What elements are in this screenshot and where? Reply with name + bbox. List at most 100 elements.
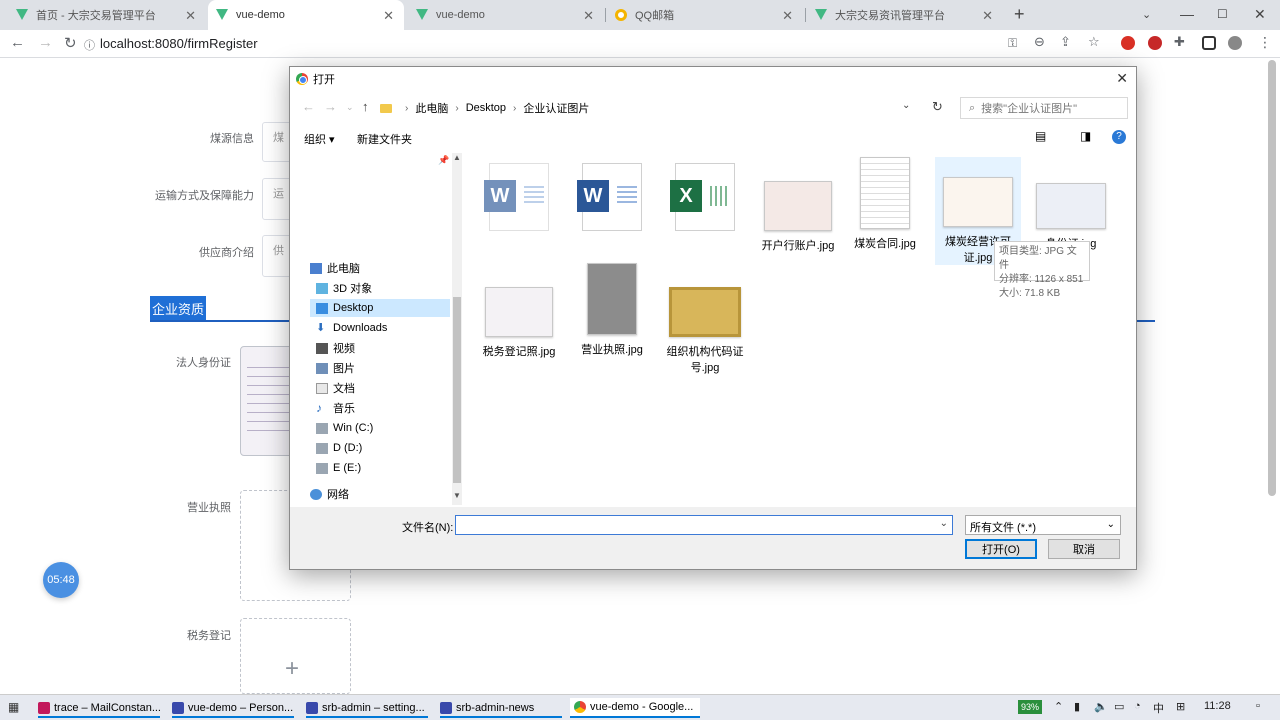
sidebar-item-3d-objects[interactable]: 3D 对象 — [316, 279, 372, 297]
browser-tab-4[interactable]: QQ邮箱 ✕ — [607, 0, 803, 30]
wifi-icon[interactable]: ◔ — [1134, 700, 1141, 712]
sidebar-item-drive-c[interactable]: Win (C:) — [316, 419, 373, 437]
tab-close-icon[interactable]: ✕ — [185, 8, 196, 24]
more-menu-icon[interactable]: ⋮ — [1258, 34, 1272, 51]
sidebar-item-drive-e[interactable]: E (E:) — [316, 459, 361, 477]
extension-shield-icon[interactable] — [1148, 36, 1162, 50]
cancel-button[interactable]: 取消 — [1048, 539, 1120, 559]
sidebar-item-pictures[interactable]: 图片 — [316, 359, 355, 377]
back-icon[interactable]: ← — [302, 99, 315, 114]
side-panel-icon[interactable] — [1202, 36, 1216, 50]
taskbar-grid-icon[interactable]: ▦ — [8, 700, 19, 714]
sidebar-item-network[interactable]: 网络 — [310, 485, 349, 503]
input-mode-icon[interactable]: ⊞ — [1176, 700, 1185, 713]
search-icon: ⌕ — [969, 101, 976, 114]
browser-tab-5[interactable]: 大宗交易资讯管理平台 ✕ — [807, 0, 1003, 30]
taskbar-item[interactable]: vue-demo - Google... — [570, 698, 700, 718]
file-item[interactable]: 煤炭合同.jpg — [842, 157, 928, 251]
file-item[interactable]: W — [476, 163, 562, 237]
file-item[interactable]: 营业执照.jpg — [569, 263, 655, 357]
scroll-down-icon[interactable]: ▼ — [453, 491, 461, 500]
sidebar-item-music[interactable]: ♪ 音乐 — [316, 399, 355, 417]
preview-pane-icon[interactable]: ◨ — [1080, 129, 1091, 143]
extensions-puzzle-icon[interactable]: ✚ — [1174, 34, 1185, 50]
organize-menu[interactable]: 组织 ▾ — [304, 131, 335, 147]
tax-registration-upload[interactable]: + — [240, 618, 351, 694]
bookmark-star-icon[interactable]: ☆ — [1088, 34, 1100, 50]
tab-close-icon[interactable]: ✕ — [982, 8, 993, 24]
dialog-close-icon[interactable]: ✕ — [1116, 70, 1128, 87]
open-button[interactable]: 打开(O) — [965, 539, 1037, 559]
new-tab-button[interactable]: + — [1014, 4, 1025, 25]
taskbar-item[interactable]: vue-demo – Person... — [168, 698, 298, 718]
page-scrollbar[interactable] — [1268, 60, 1276, 496]
share-icon[interactable]: ⇪ — [1060, 34, 1071, 50]
breadcrumb-item[interactable]: 企业认证图片 — [523, 100, 589, 116]
clock[interactable]: 11:28 — [1204, 700, 1231, 712]
url-field[interactable]: localhost:8080/firmRegister — [100, 36, 258, 51]
adblock-icon[interactable] — [1121, 36, 1135, 50]
file-item[interactable]: 开户行账户.jpg — [755, 181, 841, 253]
ime-indicator[interactable]: 中 — [1153, 700, 1164, 716]
maximize-icon[interactable]: ☐ — [1217, 7, 1228, 21]
pin-icon[interactable]: 📌 — [438, 155, 449, 166]
tab-close-icon[interactable]: ✕ — [583, 8, 594, 24]
browser-tab-1[interactable]: 首页 - 大宗交易管理平台 ✕ — [8, 0, 206, 30]
chevron-down-icon[interactable]: ⌄ — [940, 518, 948, 529]
recent-dropdown-icon[interactable]: ⌄ — [346, 102, 354, 113]
forward-icon[interactable]: → — [38, 34, 53, 51]
refresh-icon[interactable]: ↻ — [932, 99, 943, 115]
battery-indicator[interactable]: 93% — [1018, 700, 1042, 714]
pictures-icon — [316, 362, 328, 374]
site-info-icon[interactable]: ⓘ — [84, 37, 95, 53]
tab-close-icon[interactable]: ✕ — [383, 8, 394, 24]
sidebar-item-this-pc[interactable]: 此电脑 — [310, 259, 360, 277]
file-item[interactable]: X — [662, 163, 748, 237]
browser-tab-2[interactable]: vue-demo ✕ — [208, 0, 404, 30]
sidebar-item-desktop[interactable]: Desktop — [310, 299, 450, 317]
breadcrumb-item[interactable]: 此电脑 — [415, 100, 448, 116]
tab-title: 大宗交易资讯管理平台 — [835, 10, 945, 22]
sidebar-item-downloads[interactable]: ⬇ Downloads — [316, 319, 387, 337]
file-item[interactable]: 税务登记照.jpg — [476, 287, 562, 359]
sidebar-scroll-thumb[interactable] — [453, 297, 461, 483]
search-input[interactable]: ⌕ 搜索"企业认证图片" — [960, 97, 1128, 119]
sidebar-item-drive-d[interactable]: D (D:) — [316, 439, 362, 457]
filename-input[interactable]: ⌄ — [455, 515, 953, 535]
taskbar-item[interactable]: srb-admin – setting... — [302, 698, 432, 718]
back-icon[interactable]: ← — [10, 34, 25, 51]
tab-close-icon[interactable]: ✕ — [782, 8, 793, 24]
zoom-icon[interactable]: ⊖ — [1034, 34, 1045, 50]
chevron-up-icon[interactable]: ⌃ — [1054, 700, 1063, 713]
file-item[interactable]: W — [569, 163, 655, 237]
up-folder-icon[interactable]: ↑ — [362, 99, 369, 114]
minimize-icon[interactable]: — — [1180, 6, 1194, 22]
key-icon[interactable]: ⚿ — [1008, 36, 1017, 51]
breadcrumb-item[interactable]: Desktop — [466, 102, 506, 114]
new-folder-button[interactable]: 新建文件夹 — [357, 131, 412, 147]
taskbar-item[interactable]: trace – MailConstan... — [34, 698, 164, 718]
browser-tab-3[interactable]: vue-demo ✕ — [408, 0, 604, 30]
reload-icon[interactable]: ↻ — [64, 34, 77, 52]
monitor-icon[interactable]: ▭ — [1114, 700, 1124, 713]
power-icon[interactable]: ▮ — [1074, 700, 1080, 713]
view-options-icon[interactable]: ▤ — [1035, 129, 1046, 143]
sidebar-item-videos[interactable]: 视频 — [316, 339, 355, 357]
chevron-down-icon[interactable]: ⌄ — [902, 100, 910, 111]
profile-avatar[interactable] — [1228, 36, 1242, 50]
search-placeholder: 搜索"企业认证图片" — [981, 103, 1077, 115]
sidebar-item-label: 此电脑 — [327, 263, 360, 275]
file-item[interactable]: 组织机构代码证号.jpg — [662, 287, 748, 375]
timer-badge[interactable]: 05:48 — [43, 562, 79, 598]
scroll-up-icon[interactable]: ▲ — [453, 153, 461, 162]
filetype-select[interactable]: 所有文件 (*.*) ⌄ — [965, 515, 1121, 535]
tab-search-icon[interactable]: ⌄ — [1142, 8, 1151, 21]
notification-icon[interactable]: ▫ — [1256, 700, 1260, 712]
sidebar-item-documents[interactable]: 文档 — [316, 379, 355, 397]
volume-icon[interactable]: 🔈 — [1094, 700, 1108, 713]
help-icon[interactable]: ? — [1112, 130, 1126, 144]
forward-icon[interactable]: → — [324, 99, 337, 114]
breadcrumb[interactable]: › 此电脑 › Desktop › 企业认证图片 — [380, 97, 948, 119]
taskbar-item[interactable]: srb-admin-news — [436, 698, 566, 718]
window-close-icon[interactable]: ✕ — [1254, 6, 1266, 23]
